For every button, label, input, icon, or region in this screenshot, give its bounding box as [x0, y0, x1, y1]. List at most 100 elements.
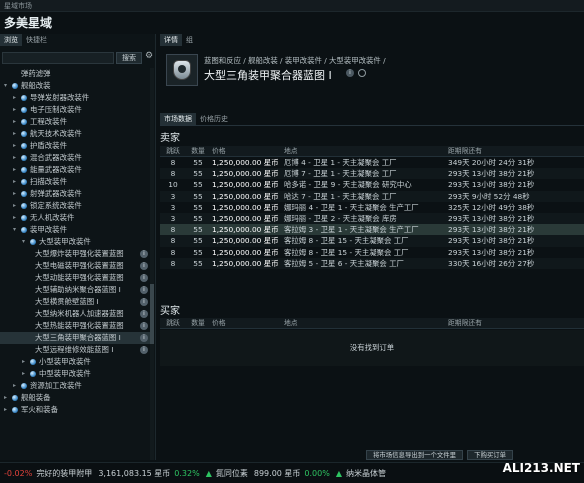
ticker-item-name[interactable]: 氮同位素 — [216, 468, 248, 479]
tree-item[interactable]: 弹药滤弹 — [0, 68, 150, 80]
scrollbar-thumb[interactable] — [150, 284, 154, 344]
tree-item[interactable]: 大型横贯舱壁蓝图 I i — [0, 296, 150, 308]
tab-browse[interactable]: 浏览 — [0, 34, 22, 46]
chevron-down-icon[interactable]: ▾ — [22, 236, 25, 248]
item-icon[interactable] — [166, 54, 198, 86]
tree-item[interactable]: ▸ 工程改装件 — [0, 116, 150, 128]
chevron-right-icon[interactable]: ▸ — [13, 92, 16, 104]
chevron-down-icon[interactable]: ▾ — [4, 80, 7, 92]
tree-item[interactable]: ▸ 混合武器改装件 — [0, 152, 150, 164]
cell-expires: 330天 16小时 26分 27秒 — [448, 258, 535, 268]
info-icon[interactable]: i — [140, 274, 148, 282]
chevron-right-icon[interactable]: ▸ — [13, 176, 16, 188]
info-icon[interactable]: i — [140, 310, 148, 318]
chevron-right-icon[interactable]: ▸ — [13, 116, 16, 128]
tab-market-data[interactable]: 市场数据 — [160, 113, 196, 125]
place-buy-order-button[interactable]: 下购买订单 — [467, 450, 514, 460]
tab-group[interactable]: 组 — [182, 34, 197, 46]
col-location[interactable]: 地点 — [282, 318, 446, 328]
col-price[interactable]: 价格 — [210, 146, 282, 156]
col-expires[interactable]: 距期限还有 — [446, 318, 584, 328]
chevron-right-icon[interactable]: ▸ — [13, 152, 16, 164]
col-jumps[interactable]: 跳跃 — [160, 318, 186, 328]
chevron-right-icon[interactable]: ▸ — [22, 356, 25, 368]
table-row[interactable]: 8 55 1,250,000.00 星币 厄博 7 - 卫星 1 - 天主凝聚会 工厂… — [160, 168, 584, 180]
tab-details[interactable]: 详情 — [160, 34, 182, 46]
table-row[interactable]: 8 55 1,250,000.00 星币 客拉姆 8 - 卫星 15 - 天主凝聚会 … — [160, 235, 584, 247]
info-icon[interactable]: i — [140, 322, 148, 330]
col-jumps[interactable]: 跳跃 — [160, 146, 186, 156]
info-icon[interactable]: i — [140, 250, 148, 258]
chevron-right-icon[interactable]: ▸ — [13, 164, 16, 176]
chevron-right-icon[interactable]: ▸ — [13, 200, 16, 212]
chevron-right-icon[interactable]: ▸ — [13, 380, 16, 392]
search-input[interactable] — [2, 52, 114, 64]
info-icon[interactable]: i — [140, 298, 148, 306]
settings-circle-icon[interactable] — [358, 69, 366, 77]
col-qty[interactable]: 数量 — [186, 318, 210, 328]
table-row[interactable]: 3 55 1,250,000.00 星币 娜玛丽 - 卫星 2 - 天主凝聚会 库房 2… — [160, 212, 584, 225]
table-row[interactable]: 8 55 1,250,000.00 星币 客拉姆 3 - 卫星 1 - 天主凝聚会 生… — [160, 224, 584, 236]
tree-item[interactable]: ▸ 锁定系统改装件 — [0, 200, 150, 212]
info-icon[interactable]: i — [140, 334, 148, 342]
info-icon[interactable]: i — [140, 346, 148, 354]
tab-quickbar[interactable]: 快捷栏 — [22, 34, 51, 46]
tree-item[interactable]: ▸ 无人机改装件 — [0, 212, 150, 224]
tree-item[interactable]: 大型动能装甲强化装置蓝图 i — [0, 272, 150, 284]
tree-item[interactable]: ▸ 资源加工改装件 — [0, 380, 150, 392]
tree-item[interactable]: ▸ 小型装甲改装件 — [0, 356, 150, 368]
breadcrumb[interactable]: 蓝图和反应 / 舰船改装 / 装甲改装件 / 大型装甲改装件 / — [204, 55, 386, 66]
tree-item[interactable]: ▸ 扫描改装件 — [0, 176, 150, 188]
table-row[interactable]: 3 55 1,250,000.00 星币 娜玛丽 4 - 卫星 1 - 天主凝聚会 生… — [160, 202, 584, 213]
tree-item[interactable]: ▸ 电子压制改装件 — [0, 104, 150, 116]
chevron-right-icon[interactable]: ▸ — [13, 128, 16, 140]
table-row[interactable]: 8 55 1,250,000.00 星币 客拉姆 5 - 卫星 6 - 天主凝聚会 工… — [160, 257, 584, 269]
tree-item[interactable]: ▾ 装甲改装件 — [0, 224, 150, 236]
table-row[interactable]: 8 55 1,250,000.00 星币 客拉姆 8 - 卫星 15 - 天主凝聚会 … — [160, 247, 584, 258]
table-row[interactable]: 10 55 1,250,000.00 星币 哈多诺 - 卫星 9 - 天主凝聚会 研究… — [160, 179, 584, 190]
tree-item[interactable]: 大型三角装甲聚合器蓝图 I i — [0, 332, 150, 344]
col-expires[interactable]: 距期限还有 — [446, 146, 584, 156]
chevron-right-icon[interactable]: ▸ — [22, 368, 25, 380]
tree-item[interactable]: ▾ 大型装甲改装件 — [0, 236, 150, 248]
tree-item[interactable]: ▸ 射弹武器改装件 — [0, 188, 150, 200]
chevron-down-icon[interactable]: ▾ — [13, 224, 16, 236]
tree-item[interactable]: 大型爆炸装甲强化装置蓝图 i — [0, 248, 150, 260]
tab-price-history[interactable]: 价格历史 — [196, 113, 232, 125]
cell-location: 客拉姆 8 - 卫星 15 - 天主凝聚会 工厂 — [284, 236, 409, 246]
col-price[interactable]: 价格 — [210, 318, 282, 328]
tree-item[interactable]: 大型热能装甲强化装置蓝图 i — [0, 320, 150, 332]
tree-item[interactable]: ▸ 军火和装备 — [0, 404, 150, 416]
tree-item[interactable]: 大型电磁装甲强化装置蓝图 i — [0, 260, 150, 272]
table-row[interactable]: 3 55 1,250,000.00 星币 哈达 7 - 卫星 1 - 天主凝聚会 工厂… — [160, 190, 584, 202]
info-icon[interactable]: i — [140, 286, 148, 294]
tree-item[interactable]: 大型远程维修效能蓝图 I i — [0, 344, 150, 356]
chevron-right-icon[interactable]: ▸ — [4, 392, 7, 404]
tree-item[interactable]: ▸ 护盾改装件 — [0, 140, 150, 152]
search-button[interactable]: 搜索 — [116, 52, 142, 64]
tree-item[interactable]: ▸ 舰船装备 — [0, 392, 150, 404]
ticker-item-name[interactable]: 纳米晶体管 — [346, 468, 386, 479]
tree-item[interactable]: ▸ 航天技术改装件 — [0, 128, 150, 140]
chevron-right-icon[interactable]: ▸ — [13, 140, 16, 152]
chevron-right-icon[interactable]: ▸ — [13, 188, 16, 200]
tree-item[interactable]: ▸ 能量武器改装件 — [0, 164, 150, 176]
chevron-right-icon[interactable]: ▸ — [13, 104, 16, 116]
chevron-right-icon[interactable]: ▸ — [13, 212, 16, 224]
table-row[interactable]: 8 55 1,250,000.00 星币 厄博 4 - 卫星 1 - 天主凝聚会 工厂… — [160, 157, 584, 168]
tree-scrollbar[interactable] — [150, 68, 154, 460]
export-button[interactable]: 将市场信息导出到一个文件里 — [366, 450, 464, 460]
chevron-right-icon[interactable]: ▸ — [4, 404, 7, 416]
gear-icon[interactable]: ⚙ — [145, 51, 155, 63]
col-location[interactable]: 地点 — [282, 146, 446, 156]
tree-item[interactable]: ▾ 舰船改装 — [0, 80, 150, 92]
tree-item-label: 大型热能装甲强化装置蓝图 — [35, 321, 124, 330]
tree-item[interactable]: ▸ 中型装甲改装件 — [0, 368, 150, 380]
info-icon[interactable]: i — [140, 262, 148, 270]
ticker-item-name[interactable]: 完好的装甲附甲 — [36, 468, 92, 479]
tree-item[interactable]: ▸ 导弹发射器改装件 — [0, 92, 150, 104]
tree-item[interactable]: 大型纳米机器人加速器蓝图 i — [0, 308, 150, 320]
tree-item[interactable]: 大型辅助纳米聚合器蓝图 I i — [0, 284, 150, 296]
info-icon[interactable]: i — [346, 69, 354, 77]
col-qty[interactable]: 数量 — [186, 146, 210, 156]
